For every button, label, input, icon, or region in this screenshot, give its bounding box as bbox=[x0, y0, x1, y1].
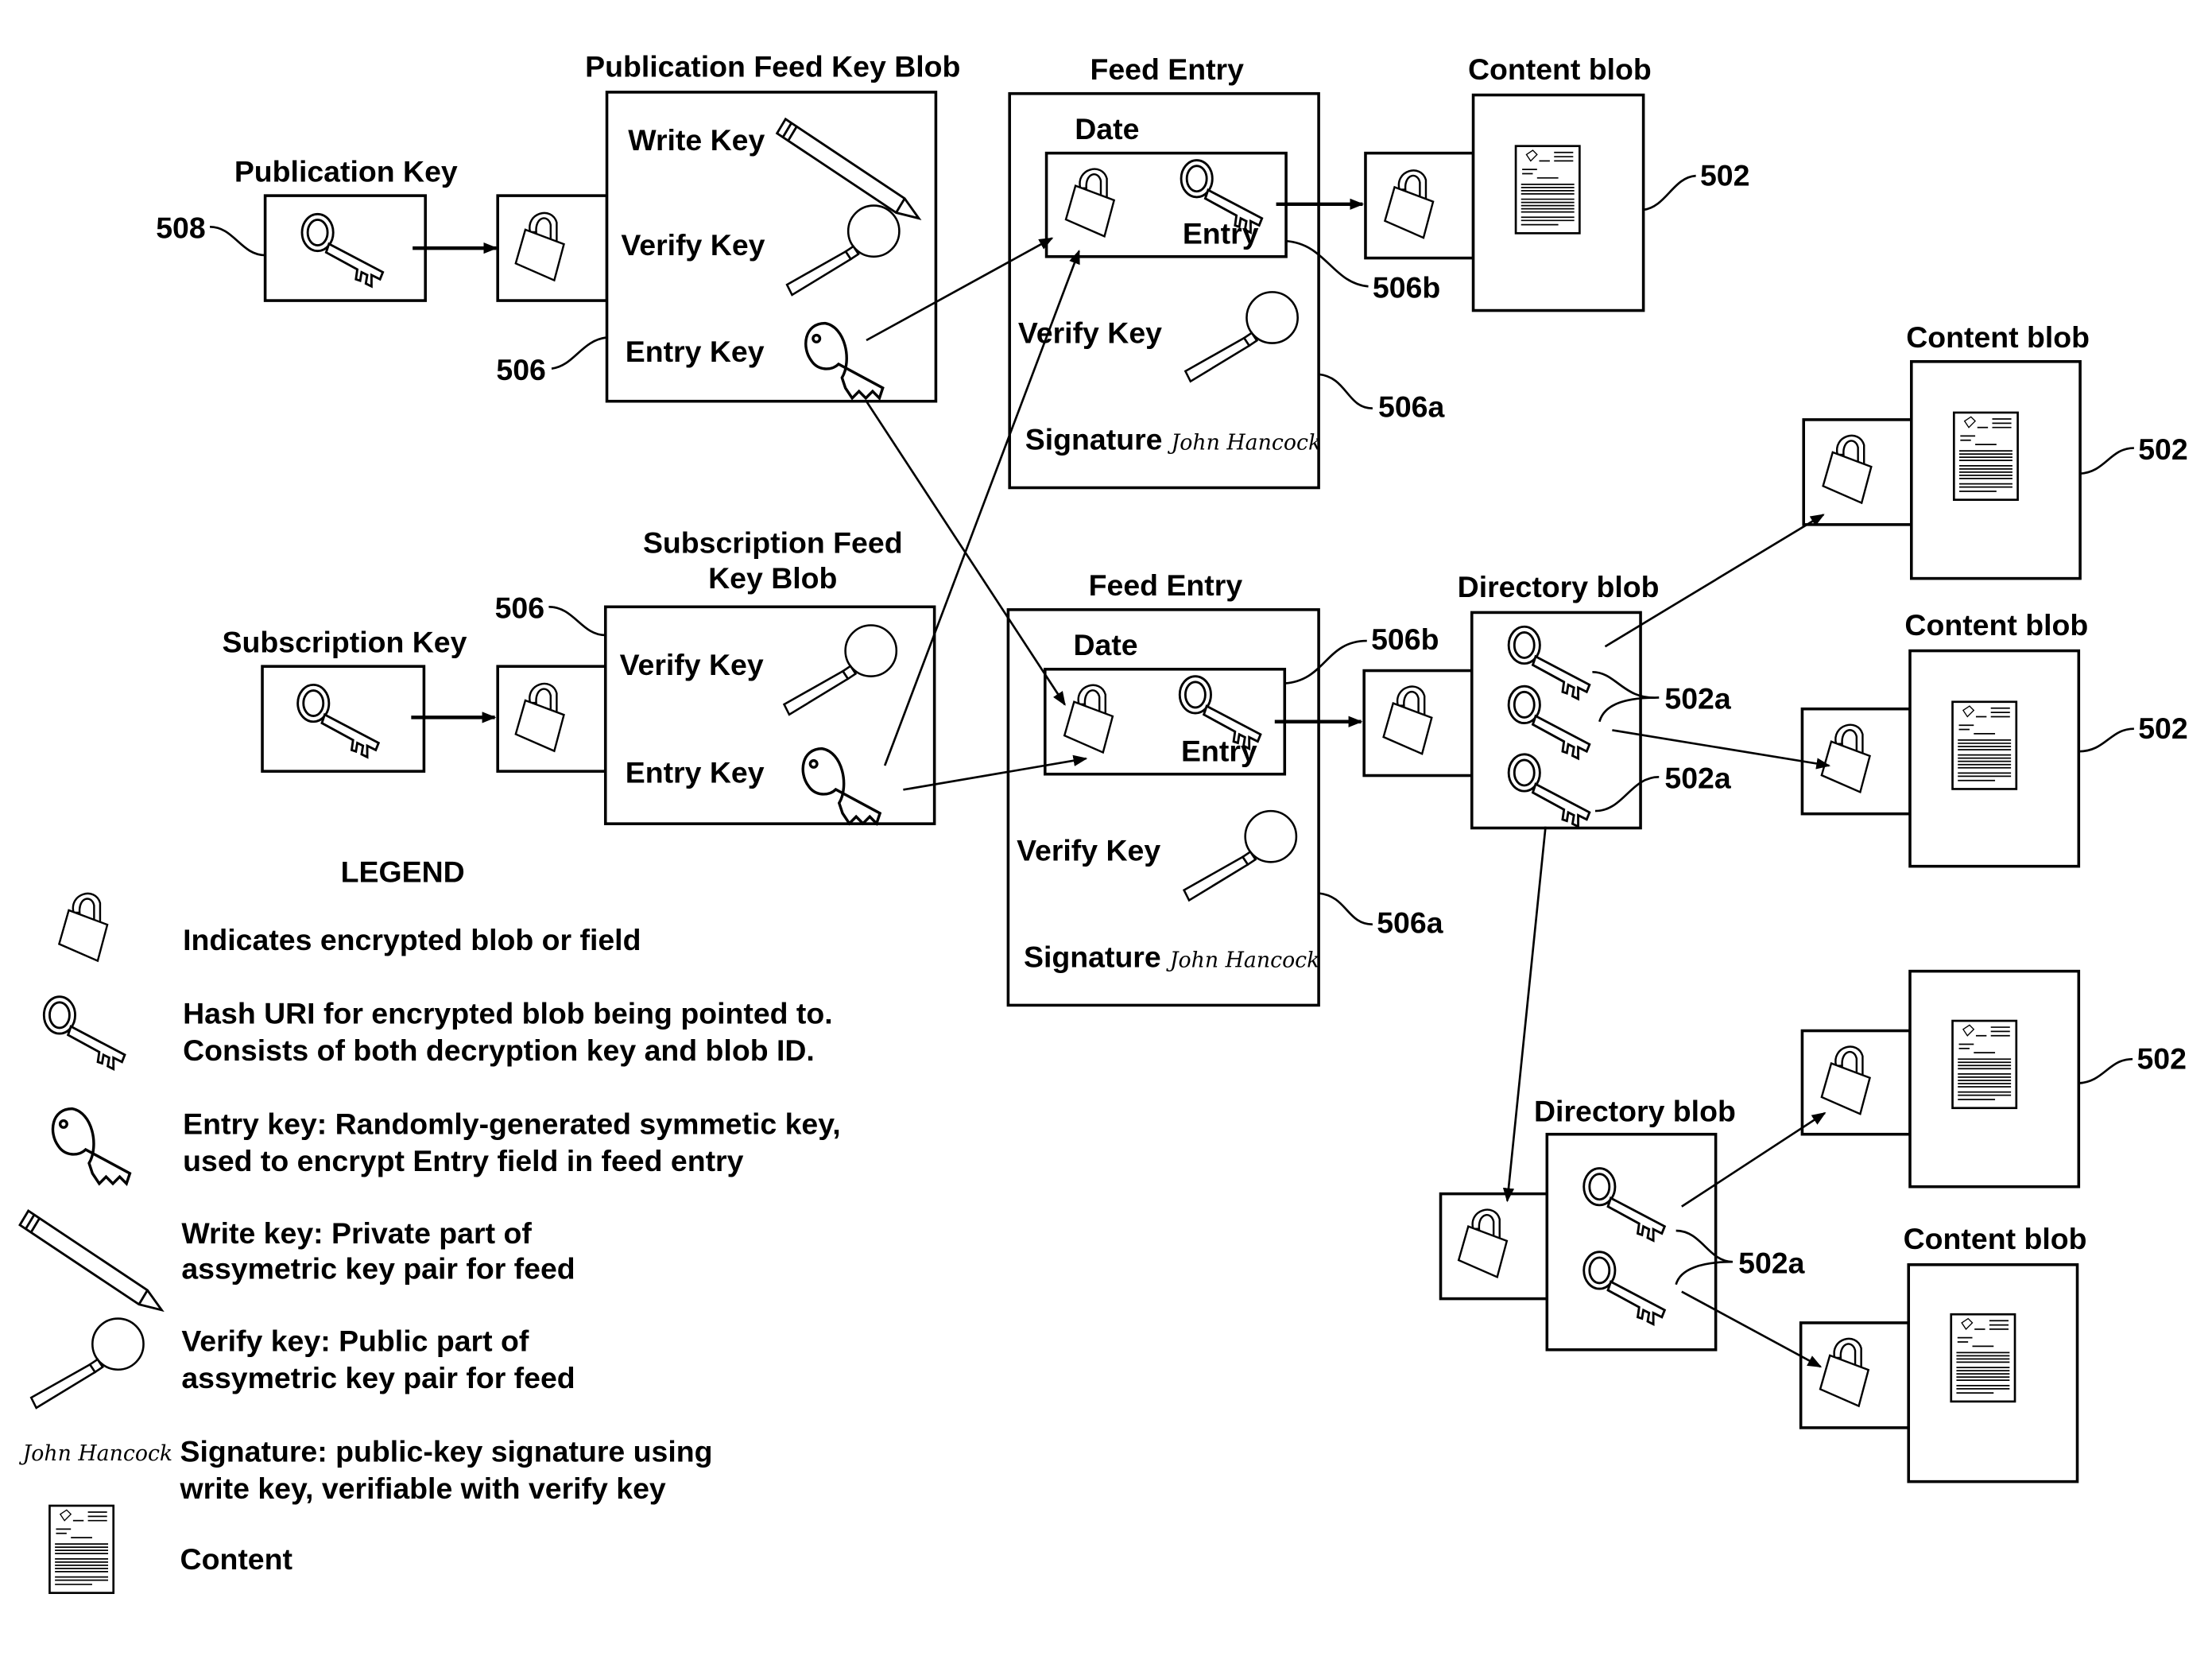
legend-item-4-line-2: assymetric key pair for feed bbox=[181, 1252, 575, 1286]
ref-508-leader bbox=[209, 226, 265, 257]
signature-icon: John Hancock bbox=[19, 1441, 173, 1466]
directory-blob-1-title: Directory blob bbox=[1458, 570, 1660, 603]
feed-entry-2-date: Date bbox=[1073, 628, 1137, 661]
content-document-icon bbox=[1951, 1019, 2018, 1110]
ref-502-2: 502 bbox=[2138, 432, 2187, 466]
subscription-key-box bbox=[261, 665, 426, 773]
directory-blob-2-title: Directory blob bbox=[1534, 1095, 1736, 1128]
ref-502-3-leader bbox=[2078, 727, 2134, 753]
ref-506-sub: 506 bbox=[495, 591, 544, 625]
content-document-icon bbox=[1514, 145, 1581, 235]
blob-feed-diagram: Publication Key 508 Publication Feed Key… bbox=[18, 49, 2188, 1594]
entry-key-icon bbox=[51, 1107, 132, 1186]
feed-entry-2-entry-label: Entry bbox=[1181, 735, 1257, 768]
legend-item-1-line-1: Indicates encrypted blob or field bbox=[183, 923, 641, 956]
ref-506a-1-leader bbox=[1318, 373, 1373, 409]
legend-item-3-line-2: used to encrypt Entry field in feed entr… bbox=[183, 1144, 744, 1177]
ref-502-1-leader bbox=[1643, 174, 1696, 211]
hash-uri-key-icon bbox=[42, 995, 126, 1071]
subscription-feed-key-blob-title-2: Key Blob bbox=[708, 561, 837, 595]
feed-entry-2-signature: Signature bbox=[1024, 940, 1161, 973]
ref-506a-1: 506a bbox=[1378, 390, 1445, 423]
legend-item-6-line-1: Signature: public-key signature using bbox=[180, 1435, 713, 1468]
content-document-icon bbox=[1950, 1313, 2016, 1403]
arrow-dir1-to-dir2 bbox=[1502, 826, 1547, 1203]
legend-item-2-line-1: Hash URI for encrypted blob being pointe… bbox=[183, 997, 833, 1030]
content-blob-2-title: Content blob bbox=[1906, 320, 2090, 354]
ref-502-4-leader bbox=[2078, 1057, 2133, 1084]
ref-502-3: 502 bbox=[2138, 712, 2187, 745]
field-entry-key: Entry Key bbox=[626, 335, 765, 368]
legend-item-7-line-1: Content bbox=[180, 1542, 293, 1576]
ref-506a-2-leader bbox=[1318, 892, 1373, 926]
ref-506-pub: 506 bbox=[496, 353, 545, 386]
ref-506-pub-leader bbox=[551, 336, 607, 370]
subscription-feed-key-blob-title-1: Subscription Feed bbox=[643, 526, 903, 560]
feed-entry-1-signature: Signature bbox=[1025, 422, 1163, 456]
field-verify-key: Verify Key bbox=[621, 228, 765, 262]
ref-508: 508 bbox=[156, 211, 205, 245]
magnifier-verify-key-icon bbox=[29, 1317, 145, 1410]
ref-506b-2: 506b bbox=[1371, 622, 1439, 656]
ref-502a-3: 502a bbox=[1738, 1246, 1805, 1279]
content-document-icon bbox=[1952, 411, 2019, 501]
content-document-icon bbox=[48, 1504, 115, 1594]
legend-item-5-line-1: Verify key: Public part of bbox=[181, 1324, 529, 1358]
pen-write-key-icon bbox=[18, 1208, 165, 1313]
signature-icon: John Hancock bbox=[1166, 948, 1320, 972]
field-write-key: Write Key bbox=[628, 123, 765, 157]
feed-entry-1-title: Feed Entry bbox=[1090, 52, 1244, 86]
content-document-icon bbox=[1951, 700, 2018, 790]
content-blob-1-title: Content blob bbox=[1468, 52, 1652, 86]
publication-key-title: Publication Key bbox=[234, 154, 458, 188]
content-blob-5-title: Content blob bbox=[1904, 1222, 2087, 1255]
directory-blob-2-box bbox=[1545, 1132, 1718, 1352]
ref-506-sub-leader bbox=[548, 605, 606, 637]
content-blob-3-title: Content blob bbox=[1904, 608, 2088, 642]
publication-key-box bbox=[263, 194, 427, 302]
ref-502a-2: 502a bbox=[1664, 762, 1731, 795]
feed-entry-1-date: Date bbox=[1075, 112, 1139, 145]
arrow-dir1-to-content3 bbox=[1612, 729, 1831, 770]
legend-item-6-line-2: write key, verifiable with verify key bbox=[180, 1472, 666, 1505]
legend-item-3-line-1: Entry key: Randomly-generated symmetic k… bbox=[183, 1107, 841, 1141]
ref-506b-1: 506b bbox=[1373, 271, 1440, 304]
ref-502-2-leader bbox=[2079, 447, 2134, 475]
ref-502a-1: 502a bbox=[1664, 682, 1731, 716]
legend-item-2-line-2: Consists of both decryption key and blob… bbox=[183, 1034, 815, 1067]
signature-icon: John Hancock bbox=[1168, 430, 1322, 455]
subscription-key-title: Subscription Key bbox=[223, 625, 467, 658]
ref-506a-2: 506a bbox=[1377, 906, 1443, 939]
publication-feed-key-blob-title: Publication Feed Key Blob bbox=[585, 49, 960, 83]
legend-item-5-line-2: assymetric key pair for feed bbox=[181, 1361, 575, 1394]
ref-502-1: 502 bbox=[1700, 159, 1749, 192]
legend-title: LEGEND bbox=[341, 855, 465, 888]
feed-entry-1-verify-key: Verify Key bbox=[1018, 316, 1162, 350]
ref-502-4: 502 bbox=[2136, 1042, 2186, 1076]
field-entry-key-sub: Entry Key bbox=[626, 755, 765, 789]
legend: LEGEND Indicates encrypted blob or field… bbox=[18, 855, 841, 1594]
feed-entry-1-entry-label: Entry bbox=[1183, 217, 1259, 250]
feed-entry-2-verify-key: Verify Key bbox=[1017, 834, 1160, 867]
padlock-icon bbox=[57, 892, 109, 963]
field-verify-key-sub: Verify Key bbox=[620, 648, 764, 681]
legend-item-4-line-1: Write key: Private part of bbox=[181, 1216, 532, 1250]
feed-entry-2-title: Feed Entry bbox=[1089, 568, 1243, 602]
